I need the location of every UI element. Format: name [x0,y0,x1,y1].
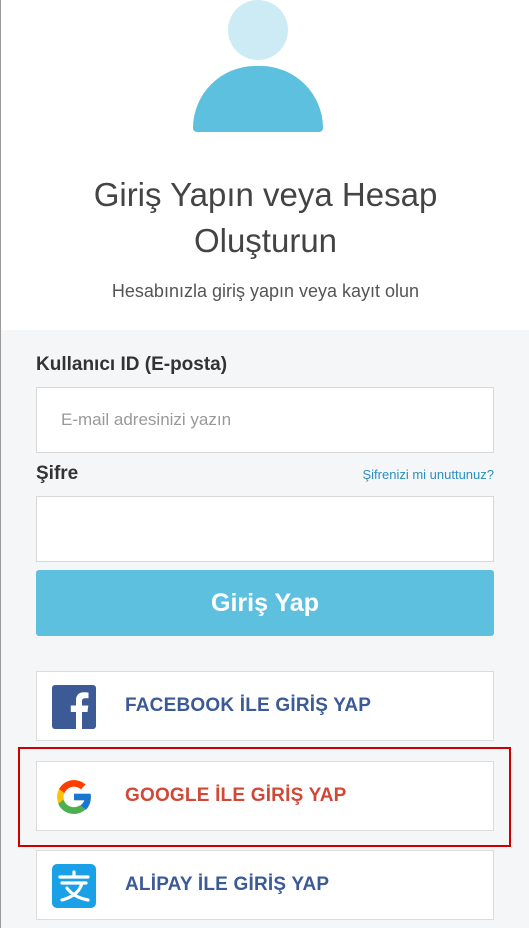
google-login-button[interactable]: GOOGLE İLE GİRİŞ YAP [36,761,494,831]
facebook-login-label: FACEBOOK İLE GİRİŞ YAP [125,695,372,716]
email-input[interactable] [36,387,494,453]
user-avatar-icon [228,0,288,60]
header-section: Giriş Yapın veya Hesap Oluşturun Hesabın… [0,0,529,330]
page-title-line-2: Oluşturun [193,222,338,259]
page-title: Giriş Yapın veya Hesap Oluşturun [1,172,529,264]
google-icon [57,780,92,814]
password-label: Şifre [36,463,79,484]
google-login-label: GOOGLE İLE GİRİŞ YAP [125,785,347,806]
alipay-login-label: ALİPAY İLE GİRİŞ YAP [125,874,330,895]
facebook-login-button[interactable]: FACEBOOK İLE GİRİŞ YAP [36,671,494,741]
forgot-password-link[interactable]: Şifrenizi mi unuttunuz? [362,467,494,482]
page-title-line-1: Giriş Yapın veya Hesap [93,176,438,213]
alipay-login-button[interactable]: ALİPAY İLE GİRİŞ YAP [36,850,494,920]
user-avatar-body [193,66,323,132]
facebook-icon [52,685,96,729]
email-label: Kullanıcı ID (E-posta) [36,354,228,375]
login-button[interactable]: Giriş Yap [36,570,494,636]
password-input[interactable] [36,496,494,562]
page-subtitle: Hesabınızla giriş yapın veya kayıt olun [111,281,420,301]
alipay-icon [52,864,96,908]
